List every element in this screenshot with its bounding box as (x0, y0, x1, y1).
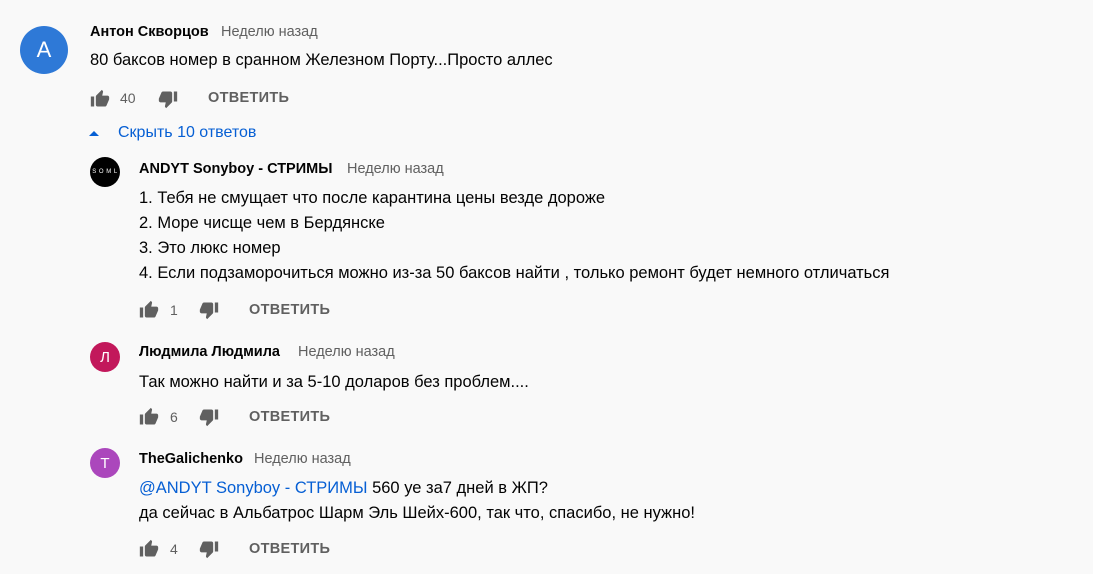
reply-author[interactable]: TheGalichenko (139, 451, 243, 467)
comment-author[interactable]: Антон Скворцов (90, 24, 209, 40)
reply-text: 560 уе за7 дней в ЖП? (367, 479, 548, 497)
reply-button[interactable]: ОТВЕТИТЬ (249, 302, 330, 318)
hide-replies-label: Скрыть 10 ответов (118, 124, 257, 141)
thumbs-down-icon[interactable] (199, 407, 219, 427)
hide-replies-toggle[interactable]: Скрыть 10 ответов (88, 124, 256, 142)
reply-button[interactable]: ОТВЕТИТЬ (249, 541, 330, 557)
reply-text-line: да сейчас в Альбатрос Шарм Эль Шейх-600,… (139, 504, 695, 522)
thumbs-up-icon[interactable] (90, 89, 110, 109)
mention-link[interactable]: @ANDYT Sonyboy - СТРИМЫ (139, 479, 368, 497)
reply-text-line: @ANDYT Sonyboy - СТРИМЫ 560 уе за7 дней … (139, 479, 548, 498)
avatar[interactable]: S O M L (90, 157, 120, 187)
reply-button[interactable]: ОТВЕТИТЬ (208, 90, 289, 106)
reply-author[interactable]: ANDYT Sonyboy - СТРИМЫ (139, 161, 332, 177)
reply-text-line: 3. Это люкс номер (139, 239, 281, 257)
like-count: 4 (170, 541, 178, 557)
thumbs-up-icon[interactable] (139, 539, 159, 559)
reply-author[interactable]: Людмила Людмила (139, 344, 280, 360)
thumbs-down-icon[interactable] (158, 89, 178, 109)
comment-time[interactable]: Неделю назад (221, 24, 318, 40)
thumbs-down-icon[interactable] (199, 539, 219, 559)
like-count: 40 (120, 90, 136, 106)
thumbs-up-icon[interactable] (139, 407, 159, 427)
reply-time[interactable]: Неделю назад (254, 451, 351, 467)
like-count: 6 (170, 409, 178, 425)
comment-text: 80 баксов номер в сранном Железном Порту… (90, 51, 553, 69)
avatar[interactable]: T (90, 448, 120, 478)
reply-time[interactable]: Неделю назад (347, 161, 444, 177)
avatar[interactable]: Л (90, 342, 120, 372)
reply-text-line: Так можно найти и за 5-10 доларов без пр… (139, 373, 529, 391)
thumbs-up-icon[interactable] (139, 300, 159, 320)
reply-text-line: 4. Если подзаморочиться можно из-за 50 б… (139, 264, 890, 282)
reply-button[interactable]: ОТВЕТИТЬ (249, 409, 330, 425)
reply-text-line: 2. Море чисще чем в Бердянске (139, 214, 385, 232)
thumbs-down-icon[interactable] (199, 300, 219, 320)
caret-up-icon (89, 131, 99, 136)
reply-time[interactable]: Неделю назад (298, 344, 395, 360)
reply-text-line: 1. Тебя не смущает что после карантина ц… (139, 189, 606, 207)
avatar[interactable]: А (20, 26, 68, 74)
like-count: 1 (170, 302, 178, 318)
